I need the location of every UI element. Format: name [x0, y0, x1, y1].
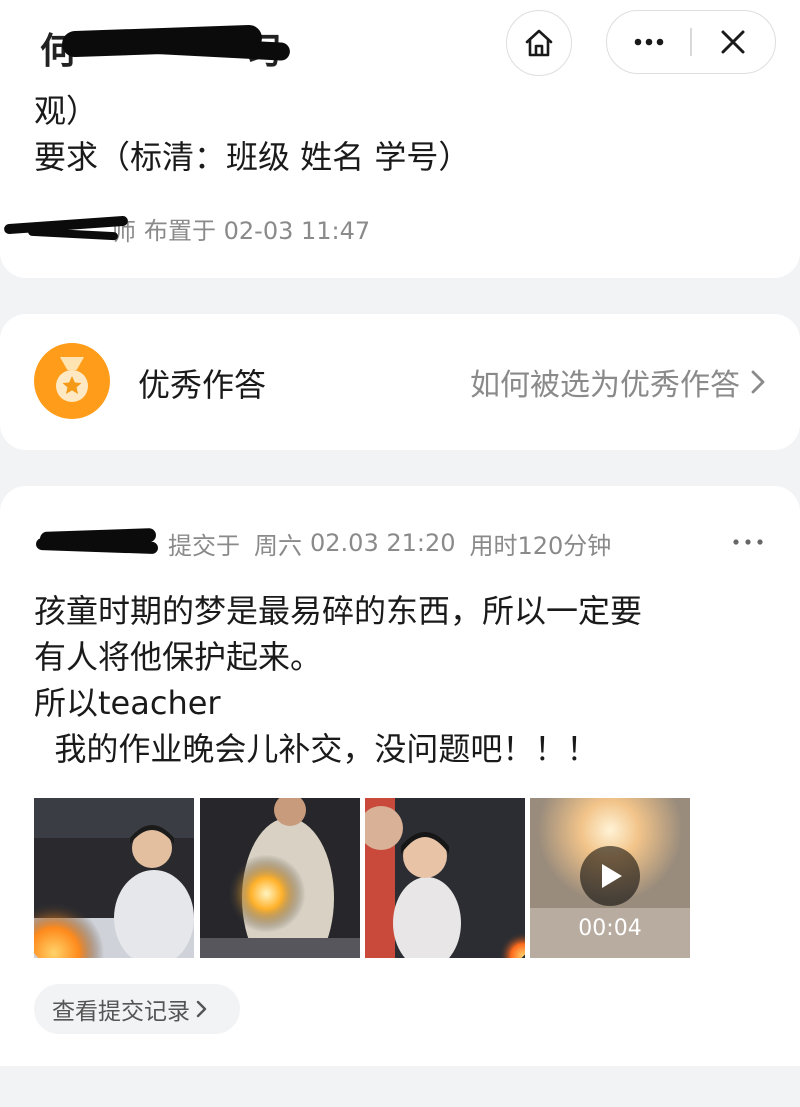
submission-more-button[interactable]	[730, 530, 766, 554]
photo-thumbnail[interactable]	[200, 798, 360, 958]
close-button[interactable]	[692, 11, 775, 73]
submission-text-line: 我的作业晚会儿补交，没问题吧！！！	[34, 730, 599, 768]
assignment-meta: 师 布置于 02-03 11:47	[0, 210, 370, 246]
how-to-be-selected-link[interactable]: 如何被选为优秀作答	[470, 360, 766, 404]
how-to-be-selected-label: 如何被选为优秀作答	[470, 368, 740, 403]
view-submission-records-label: 查看提交记录	[52, 999, 190, 1025]
capsule-menu	[606, 10, 776, 74]
more-button[interactable]	[607, 11, 690, 73]
more-icon	[634, 38, 663, 46]
teacher-name: 师	[0, 210, 136, 246]
redaction-scribble	[27, 227, 119, 241]
assignment-title: 何 习	[40, 18, 300, 72]
view-submission-records-button[interactable]: 查看提交记录	[34, 984, 240, 1034]
submission-text: 孩童时期的梦是最易碎的东西，所以一定要 有人将他保护起来。 所以teacher …	[34, 588, 642, 772]
chevron-right-icon	[750, 369, 766, 395]
student-name	[34, 524, 159, 562]
submitted-datetime: 02.03 21:20	[310, 529, 456, 557]
assigned-time: 布置于 02-03 11:47	[144, 216, 371, 245]
submitted-label: 提交于	[168, 531, 240, 560]
submission-card	[0, 486, 800, 1066]
time-used: 用时120分钟	[469, 531, 612, 560]
assignment-desc-line: 要求（标清：班级 姓名 学号）	[34, 138, 471, 176]
excellent-answers-title: 优秀作答	[138, 366, 267, 404]
submission-meta: 提交于 周六 02.03 21:20 用时120分钟	[34, 524, 625, 562]
more-icon	[733, 539, 763, 545]
submitted-day: 周六	[254, 531, 302, 560]
medal-icon	[34, 343, 110, 419]
close-icon	[721, 30, 745, 54]
photo-thumbnail[interactable]	[365, 798, 525, 958]
chevron-right-icon	[196, 999, 208, 1019]
submission-text-line: 有人将他保护起来。	[34, 638, 323, 676]
home-button[interactable]	[506, 10, 572, 76]
submission-text-line: 孩童时期的梦是最易碎的东西，所以一定要	[34, 592, 643, 630]
video-thumbnail[interactable]: 00:04	[530, 798, 690, 958]
assignment-desc-line: 观）	[34, 92, 99, 130]
video-duration: 00:04	[578, 916, 642, 941]
home-icon	[525, 29, 553, 57]
submission-text-line: 所以teacher	[34, 684, 221, 722]
photo-thumbnail[interactable]	[34, 798, 194, 958]
